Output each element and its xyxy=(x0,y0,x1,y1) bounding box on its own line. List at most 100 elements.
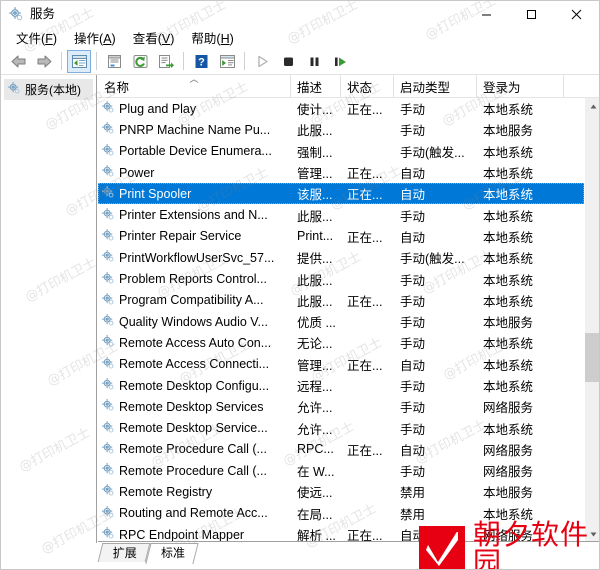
cell-text: 本地服务 xyxy=(483,124,534,139)
table-row[interactable]: Printer Repair Service Print... 正在... 自动 本地系… xyxy=(98,226,584,247)
menu-item-accelerator: (V) xyxy=(157,31,175,46)
show-tree-icon[interactable] xyxy=(67,49,91,73)
cell-log_on_as: 本地系统 xyxy=(477,163,564,182)
table-row[interactable]: Print Spooler 该服... 正在... 自动 本地系统 xyxy=(98,183,584,205)
column-header-description[interactable]: 描述 xyxy=(291,75,341,97)
cell-text: 手动 xyxy=(400,465,426,480)
cell-text: Print Spooler xyxy=(119,186,192,201)
cell-startup_type: 自动 xyxy=(394,440,477,459)
help-question-icon[interactable]: ? xyxy=(189,50,213,73)
table-row[interactable]: Remote Procedure Call (... RPC... 正在... 自动 网… xyxy=(98,439,584,460)
cell-text: 此服... xyxy=(297,273,333,288)
column-header-log_on_as[interactable]: 登录为 xyxy=(477,75,564,97)
table-row[interactable]: PrintWorkflowUserSvc_57... 提供... 手动(触发... 本… xyxy=(98,247,584,268)
refresh-icon[interactable] xyxy=(128,50,152,73)
export-list-icon[interactable] xyxy=(154,50,178,73)
table-row[interactable]: Routing and Remote Acc... 在局... 禁用 本地系统 xyxy=(98,503,584,524)
cell-startup_type: 手动(触发... xyxy=(394,248,477,267)
column-header-startup_type[interactable]: 启动类型 xyxy=(394,75,477,97)
menu-item-action[interactable]: 操作(A) xyxy=(66,26,125,50)
cell-name: Remote Procedure Call (... xyxy=(98,441,291,458)
cell-text: 本地系统 xyxy=(483,252,534,267)
window-controls xyxy=(464,1,599,27)
cell-text: 本地系统 xyxy=(483,273,534,288)
cell-text: 正在... xyxy=(347,103,383,118)
cell-log_on_as: 本地系统 xyxy=(477,206,564,225)
cell-status: 正在... xyxy=(341,440,394,459)
tab-extended[interactable]: 扩展 xyxy=(97,543,151,562)
table-row[interactable]: Portable Device Enumera... 强制... 手动(触发... 本… xyxy=(98,141,584,162)
table-row[interactable]: Remote Procedure Call (... 在 W... 手动 网络服务 xyxy=(98,460,584,481)
column-header-status[interactable]: 状态 xyxy=(341,75,394,97)
action-pane-icon[interactable] xyxy=(215,50,239,73)
column-header-label: 状态 xyxy=(347,80,373,95)
column-header-name[interactable]: 名称 ︿ xyxy=(98,75,291,97)
restart-icon[interactable] xyxy=(328,50,352,73)
table-row[interactable]: Program Compatibility A... 此服... 正在... 手动 本地… xyxy=(98,290,584,311)
cell-text: 网络服务 xyxy=(483,443,534,458)
services-gear-icon xyxy=(8,6,24,22)
menu-item-accelerator: (H) xyxy=(216,31,234,46)
cell-text: 正在... xyxy=(347,358,383,373)
menu-item-label: 文件 xyxy=(16,31,42,46)
table-row[interactable]: Remote Registry 使远... 禁用 本地服务 xyxy=(98,481,584,502)
menu-item-file[interactable]: 文件(F) xyxy=(8,26,66,50)
service-gear-icon xyxy=(101,483,115,500)
vertical-scrollbar[interactable] xyxy=(584,98,599,543)
toolbar-separator xyxy=(96,52,97,70)
forward-arrow-icon[interactable] xyxy=(32,50,56,73)
content-area: 服务(本地) 名称 ︿ 描述 状态 启动类型 登录为 Plug and Play 使计...… xyxy=(1,75,599,543)
maximize-button[interactable] xyxy=(509,1,554,27)
cell-description: 使计... xyxy=(291,99,341,118)
window-title: 服务 xyxy=(30,7,56,22)
service-gear-icon xyxy=(101,505,115,522)
table-row[interactable]: Remote Desktop Configu... 远程... 手动 本地系统 xyxy=(98,375,584,396)
cell-text: 允许... xyxy=(297,422,333,437)
services-list-pane: 名称 ︿ 描述 状态 启动类型 登录为 Plug and Play 使计... 正在... 手动… xyxy=(97,75,599,543)
cell-name: Power xyxy=(98,164,291,181)
table-row[interactable]: Power 管理... 正在... 自动 本地系统 xyxy=(98,162,584,183)
table-row[interactable]: Remote Desktop Service... 允许... 手动 本地系统 xyxy=(98,417,584,438)
cell-text: PrintWorkflowUserSvc_57... xyxy=(119,250,275,265)
cell-text: 本地系统 xyxy=(483,358,534,373)
table-row[interactable]: Remote Desktop Services 允许... 手动 网络服务 xyxy=(98,396,584,417)
cell-text: Remote Procedure Call (... xyxy=(119,442,267,457)
table-row[interactable]: PNRP Machine Name Pu... 此服... 手动 本地服务 xyxy=(98,119,584,140)
table-row[interactable]: Printer Extensions and N... 此服... 手动 本地系统 xyxy=(98,204,584,225)
cell-log_on_as: 本地系统 xyxy=(477,291,564,310)
cell-text: 本地系统 xyxy=(483,337,534,352)
cell-text: Remote Desktop Configu... xyxy=(119,378,270,393)
tree-node-services-local[interactable]: 服务(本地) xyxy=(4,79,93,100)
close-button[interactable] xyxy=(554,1,599,27)
table-row[interactable]: Remote Access Connecti... 管理... 正在... 自动 本地系… xyxy=(98,354,584,375)
cell-text: Remote Registry xyxy=(119,484,213,499)
cell-text: 本地系统 xyxy=(483,103,534,118)
stop-icon[interactable] xyxy=(276,50,300,73)
table-row[interactable]: Problem Reports Control... 此服... 手动 本地系统 xyxy=(98,268,584,289)
scroll-up-button[interactable] xyxy=(585,98,599,115)
scrollbar-thumb[interactable] xyxy=(585,333,599,382)
cell-text: Remote Desktop Services xyxy=(119,399,264,414)
cell-description: 允许... xyxy=(291,419,341,438)
pause-icon[interactable] xyxy=(302,50,326,73)
table-row[interactable]: Plug and Play 使计... 正在... 手动 本地系统 xyxy=(98,98,584,119)
cell-text: Program Compatibility A... xyxy=(119,293,264,308)
cell-text: Quality Windows Audio V... xyxy=(119,314,268,329)
properties-icon[interactable] xyxy=(102,50,126,73)
cell-description: 该服... xyxy=(291,184,341,203)
cell-text: 本地系统 xyxy=(483,380,534,394)
tab-standard[interactable]: 标准 xyxy=(145,543,199,564)
services-window: 服务 文件(F) 操作(A) 查看(V) 帮助(H) ? 服务(本地) 名称 ︿… xyxy=(0,0,600,570)
back-arrow-icon[interactable] xyxy=(6,50,30,73)
play-icon[interactable] xyxy=(250,50,274,73)
table-row[interactable]: Quality Windows Audio V... 优质 ... 手动 本地服务 xyxy=(98,311,584,332)
cell-text: 自动 xyxy=(400,358,426,373)
cell-text: 自动 xyxy=(400,230,426,245)
minimize-button[interactable] xyxy=(464,1,509,27)
menu-item-view[interactable]: 查看(V) xyxy=(125,26,184,50)
table-row[interactable]: Remote Access Auto Con... 无论... 手动 本地系统 xyxy=(98,332,584,353)
cell-text: Print... xyxy=(297,229,334,244)
cell-startup_type: 手动 xyxy=(394,419,477,438)
cell-text: 在局... xyxy=(297,507,333,522)
menu-item-help[interactable]: 帮助(H) xyxy=(183,26,242,50)
